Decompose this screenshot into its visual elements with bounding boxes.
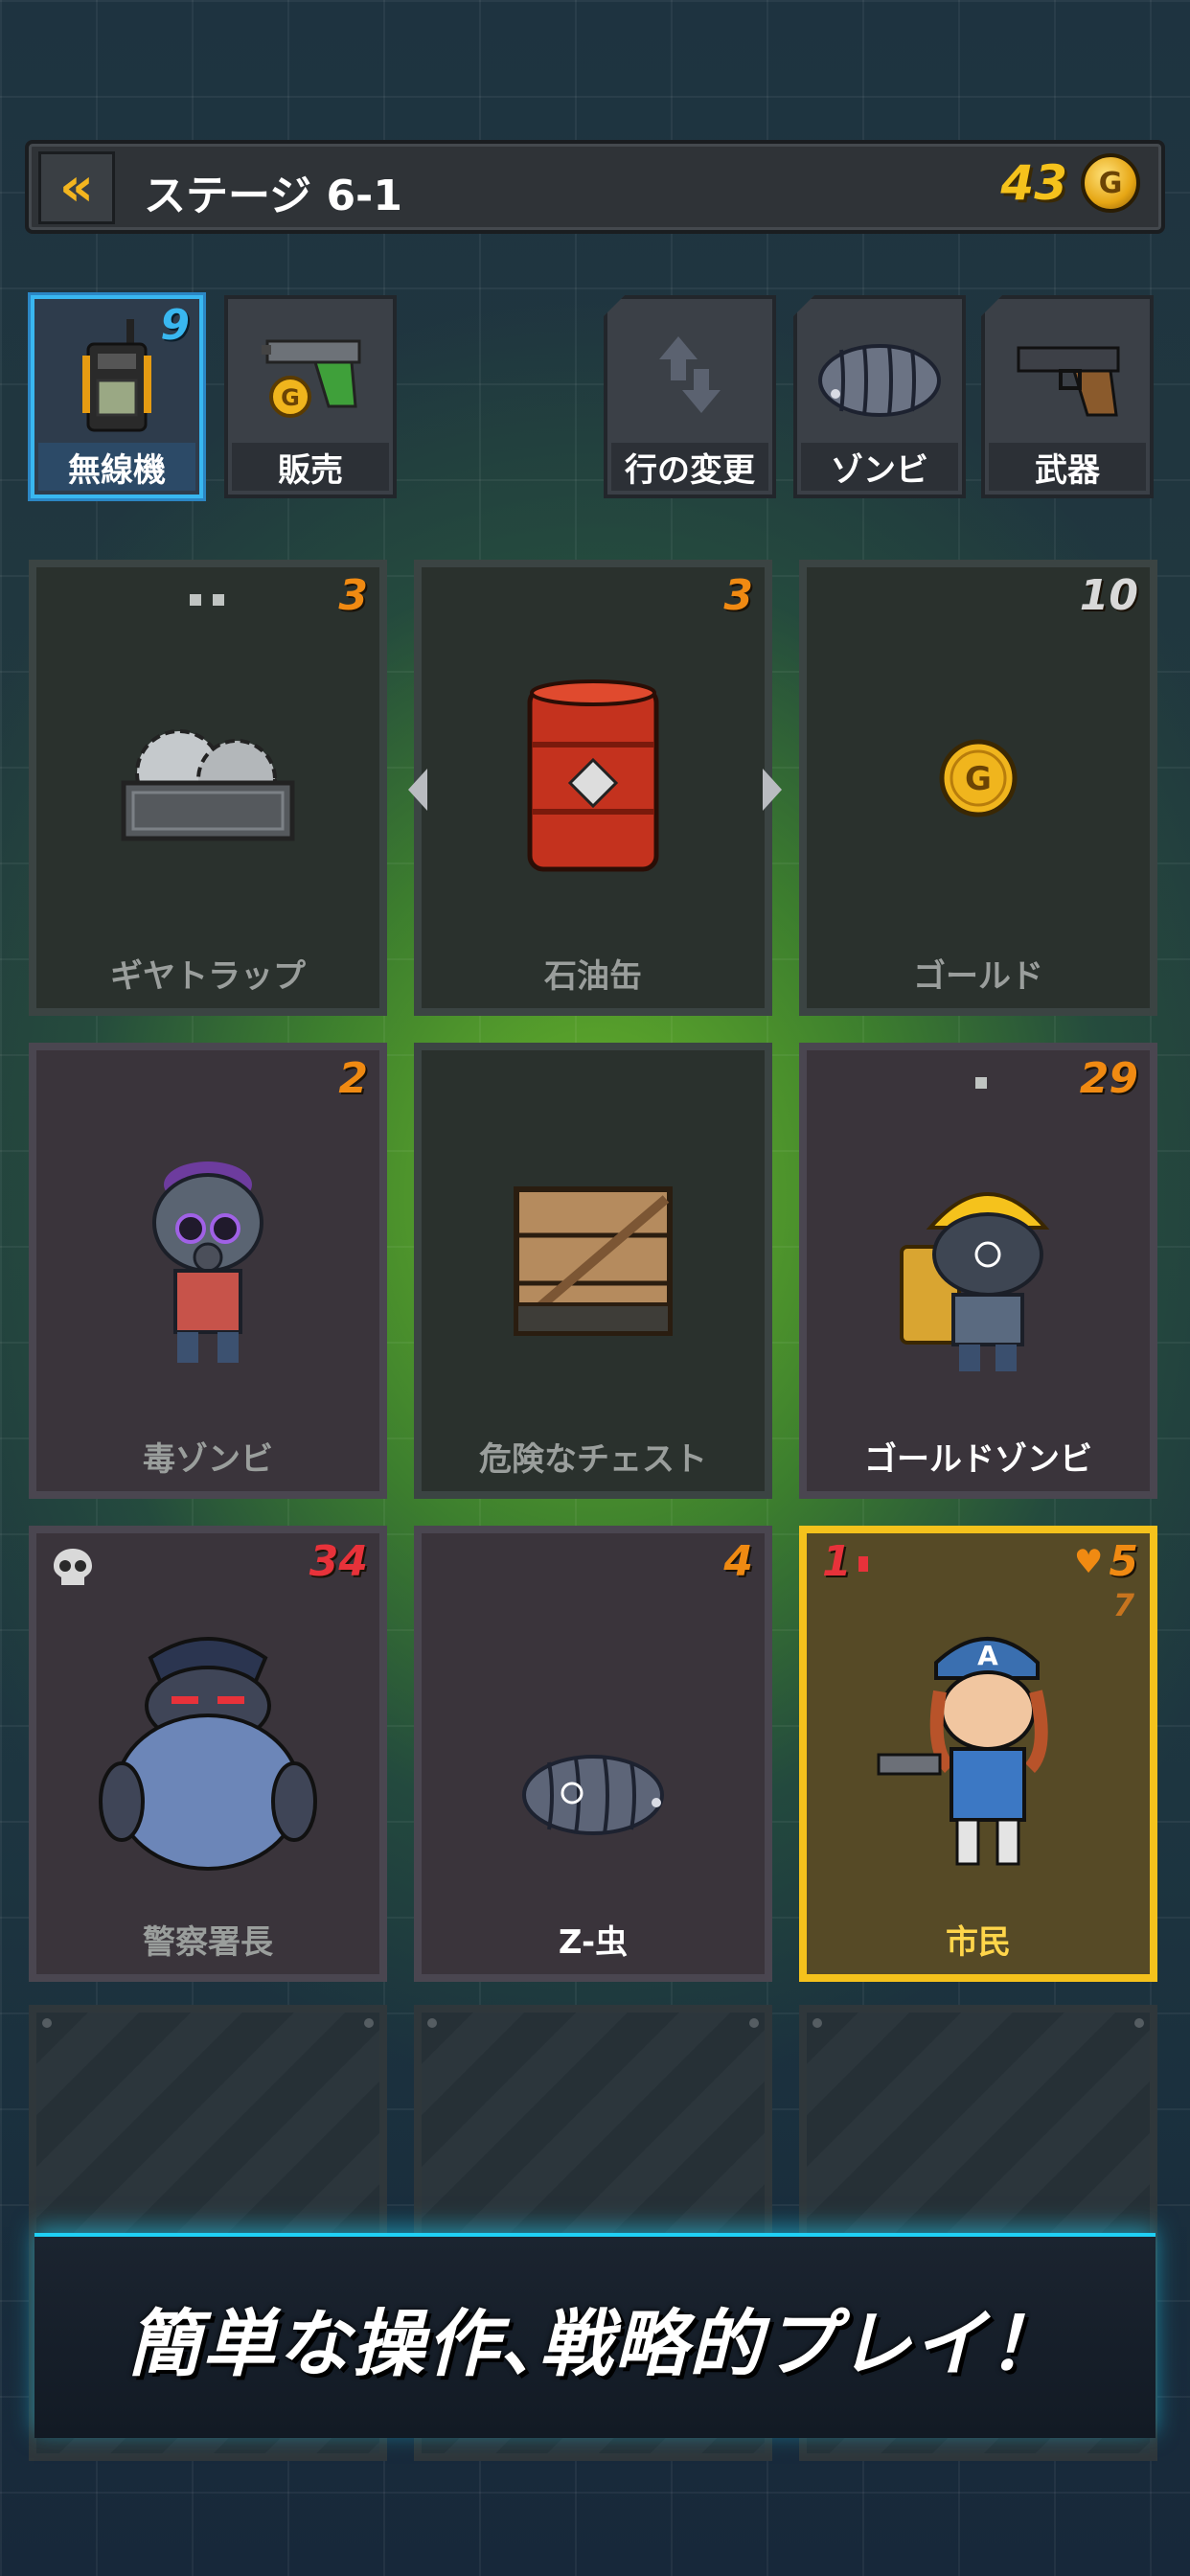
z-bug-icon — [797, 312, 962, 437]
citizen-hp-value: 5 — [1109, 1537, 1138, 1586]
move-right-icon[interactable] — [763, 769, 782, 811]
level-pip — [858, 1556, 868, 1572]
card-count: 3 — [338, 571, 368, 620]
gold-zombie-icon — [807, 1108, 1150, 1414]
police-chief-zombie-icon — [36, 1591, 379, 1898]
card-gear-trap[interactable]: 3 ギヤトラップ — [29, 560, 387, 1016]
card-police-chief[interactable]: 34 警察署長 — [29, 1526, 387, 1982]
svg-text:G: G — [965, 760, 992, 798]
card-count: 10 — [1079, 571, 1138, 620]
gear-trap-icon — [36, 625, 379, 932]
skull-icon — [54, 1549, 92, 1585]
card-dangerous-chest[interactable]: 危険なチェスト — [414, 1043, 772, 1499]
card-name: 毒ゾンビ — [143, 1440, 273, 1479]
gold-coin-icon: G — [807, 625, 1150, 932]
back-button[interactable]: « — [38, 151, 115, 224]
gold-coin-icon: G — [1081, 153, 1140, 213]
card-name: 市民 — [946, 1923, 1011, 1962]
card-name: ゴールド — [913, 957, 1043, 996]
card-gold[interactable]: 10 G ゴールド — [799, 560, 1157, 1016]
card-name: ゴールドゾンビ — [864, 1440, 1092, 1479]
walkie-talkie-icon — [34, 312, 199, 437]
card-gold-zombie[interactable]: 29 ゴールドゾンビ — [799, 1043, 1157, 1499]
stack-dots — [190, 594, 224, 606]
card-name: 危険なチェスト — [479, 1440, 707, 1479]
card-z-bug[interactable]: 4 Z-虫 — [414, 1526, 772, 1982]
stage-header-bar: « ステージ 6-1 43 G — [25, 140, 1165, 234]
card-count: 29 — [1079, 1054, 1138, 1103]
promo-banner-text: 簡単な操作､戦略的プレイ！ — [127, 2301, 1063, 2386]
zombie-button[interactable]: ゾンビ — [793, 295, 966, 498]
gold-amount: 43 — [1000, 155, 1067, 211]
stack-dots — [975, 1077, 987, 1089]
z-bug-icon — [422, 1687, 765, 1898]
card-name: ギヤトラップ — [110, 957, 306, 996]
swap-vertical-icon — [607, 312, 772, 437]
card-name: 警察署長 — [143, 1923, 273, 1962]
card-count: 4 — [723, 1537, 753, 1586]
weapon-button[interactable]: 武器 — [981, 295, 1154, 498]
card-oil-barrel[interactable]: 3 石油缶 — [414, 560, 772, 1016]
double-chevron-left-icon: « — [58, 156, 95, 218]
gold-counter: 43 G — [1000, 153, 1140, 213]
weapon-label: 武器 — [989, 443, 1146, 491]
card-name: 石油缶 — [544, 957, 642, 996]
stage-title: ステージ 6-1 — [144, 172, 402, 220]
radio-label: 無線機 — [38, 443, 195, 491]
poison-zombie-icon — [36, 1108, 379, 1414]
citizen-girl-with-pistol-icon: A — [807, 1591, 1150, 1898]
oil-barrel-icon — [422, 625, 765, 932]
card-count: 2 — [338, 1054, 368, 1103]
card-citizen[interactable]: 1 ♥ 5 7 A 市民 — [799, 1526, 1157, 1982]
radio-button[interactable]: 9 無線機 — [31, 295, 203, 498]
pistol-icon — [985, 312, 1150, 437]
sell-button[interactable]: G 販売 — [224, 295, 397, 498]
zombie-label: ゾンビ — [801, 443, 958, 491]
card-count: 34 — [309, 1537, 368, 1586]
promo-banner: 簡単な操作､戦略的プレイ！ — [34, 2233, 1156, 2438]
move-left-icon[interactable] — [408, 769, 427, 811]
swap-row-label: 行の変更 — [611, 443, 768, 491]
pistol-sell-icon: G — [228, 312, 393, 437]
sell-label: 販売 — [232, 443, 389, 491]
heart-icon: ♥ — [1073, 1542, 1104, 1581]
svg-text:G: G — [281, 384, 300, 411]
svg-text:A: A — [977, 1640, 998, 1671]
citizen-level: 1 — [822, 1537, 852, 1586]
swap-row-button[interactable]: 行の変更 — [604, 295, 776, 498]
crate-icon — [422, 1108, 765, 1414]
card-poison-zombie[interactable]: 2 毒ゾンビ — [29, 1043, 387, 1499]
card-name: Z-虫 — [558, 1923, 629, 1962]
coin-letter: G — [1098, 166, 1123, 200]
card-count: 3 — [723, 571, 753, 620]
citizen-hp: ♥ 5 — [1074, 1537, 1138, 1586]
